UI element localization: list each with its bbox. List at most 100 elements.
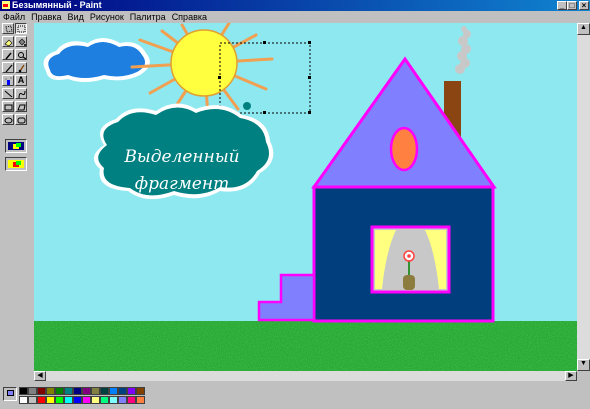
- horizontal-scrollbar[interactable]: ◀ ▶: [34, 371, 577, 381]
- palette-swatch[interactable]: [28, 387, 37, 395]
- opaque-mode-icon: [8, 142, 24, 150]
- rounded-rect-icon: [17, 117, 26, 124]
- roof-window: [389, 126, 419, 172]
- palette-swatch[interactable]: [100, 396, 109, 404]
- fill-icon: [18, 38, 26, 46]
- palette-swatch[interactable]: [55, 396, 64, 404]
- selection-handle[interactable]: [308, 41, 311, 44]
- scroll-down-button[interactable]: ▼: [577, 359, 590, 371]
- brush-icon: [18, 64, 25, 73]
- palette-swatch[interactable]: [82, 387, 91, 395]
- flower-pot: [403, 275, 415, 290]
- transparent-mode-icon: [8, 160, 24, 168]
- palette-swatch[interactable]: [127, 387, 136, 395]
- vertical-scrollbar[interactable]: ▲ ▼: [577, 23, 590, 371]
- pencil-icon: [5, 64, 13, 73]
- eraser-icon: [4, 39, 13, 47]
- tool-free-select[interactable]: [2, 23, 14, 34]
- current-colors: [3, 387, 17, 401]
- palette-swatch[interactable]: [82, 396, 91, 404]
- selection-handle[interactable]: [218, 76, 221, 79]
- tool-magnifier[interactable]: [15, 49, 27, 60]
- tool-line[interactable]: [2, 88, 14, 99]
- palette-swatch[interactable]: [73, 387, 82, 395]
- scroll-up-button[interactable]: ▲: [577, 23, 590, 35]
- rect-select-icon: [17, 25, 26, 33]
- palette-swatch[interactable]: [46, 387, 55, 395]
- minimize-button[interactable]: _: [557, 1, 567, 10]
- maximize-button[interactable]: □: [567, 1, 577, 10]
- airbrush-icon: [5, 77, 12, 85]
- callout-text-line2: фрагмент: [135, 174, 229, 194]
- tool-rounded-rect[interactable]: [15, 114, 27, 125]
- palette-swatch[interactable]: [91, 387, 100, 395]
- scroll-right-button[interactable]: ▶: [565, 371, 577, 381]
- selection-handle[interactable]: [263, 111, 266, 114]
- tool-brush[interactable]: [15, 62, 27, 73]
- drawing-canvas[interactable]: Выделенный фрагмент: [34, 23, 577, 371]
- palette-swatch[interactable]: [28, 396, 37, 404]
- text-tool-icon: A: [17, 75, 25, 85]
- magnifier-icon: [18, 52, 27, 60]
- palette-swatch[interactable]: [91, 396, 100, 404]
- callout-cloud: Выделенный фрагмент: [93, 103, 274, 200]
- menu-bar: Файл Правка Вид Рисунок Палитра Справка: [0, 11, 590, 22]
- tool-curve[interactable]: [15, 88, 27, 99]
- palette-swatch[interactable]: [37, 387, 46, 395]
- menu-view[interactable]: Вид: [65, 12, 87, 22]
- color-picker-icon: [5, 52, 12, 60]
- menu-file[interactable]: Файл: [0, 12, 28, 22]
- tool-fill[interactable]: [15, 36, 27, 47]
- callout-text-line1: Выделенный: [123, 147, 239, 167]
- palette-swatch[interactable]: [109, 387, 118, 395]
- foreground-color: [7, 390, 14, 396]
- palette-swatch[interactable]: [136, 387, 145, 395]
- toolbox: A: [2, 23, 32, 183]
- tool-pencil[interactable]: [2, 62, 14, 73]
- tool-airbrush[interactable]: [2, 75, 14, 86]
- opaque-selection-option[interactable]: [5, 139, 27, 153]
- ellipse-icon: [4, 117, 13, 124]
- palette-swatch[interactable]: [46, 396, 55, 404]
- selection-handle[interactable]: [263, 41, 266, 44]
- menu-help[interactable]: Справка: [169, 12, 210, 22]
- drawing-canvas-area[interactable]: Выделенный фрагмент: [34, 23, 577, 371]
- menu-palette[interactable]: Палитра: [127, 12, 169, 22]
- rectangle-icon: [4, 104, 13, 111]
- tool-rect-select[interactable]: [15, 23, 27, 34]
- menu-image[interactable]: Рисунок: [87, 12, 127, 22]
- polygon-icon: [17, 104, 26, 111]
- selection-handle[interactable]: [308, 76, 311, 79]
- palette-swatch[interactable]: [55, 387, 64, 395]
- palette-swatch[interactable]: [109, 396, 118, 404]
- tool-polygon[interactable]: [15, 101, 27, 112]
- scroll-left-button[interactable]: ◀: [34, 371, 46, 381]
- tool-color-picker[interactable]: [2, 49, 14, 60]
- palette-swatch[interactable]: [118, 396, 127, 404]
- palette-swatch[interactable]: [100, 387, 109, 395]
- scroll-corner: [577, 371, 590, 381]
- palette-swatch[interactable]: [19, 387, 28, 395]
- tool-text[interactable]: A: [15, 75, 27, 86]
- bubble-dot-small: [243, 102, 251, 110]
- close-button[interactable]: ×: [579, 1, 589, 10]
- palette-swatch[interactable]: [118, 387, 127, 395]
- title-bar: Безымянный - Paint _ □ ×: [0, 0, 590, 11]
- tool-rectangle[interactable]: [2, 101, 14, 112]
- line-icon: [4, 90, 13, 98]
- transparent-selection-option[interactable]: [5, 157, 27, 171]
- palette-swatch[interactable]: [73, 396, 82, 404]
- palette-swatch[interactable]: [64, 387, 73, 395]
- selection-handle[interactable]: [308, 111, 311, 114]
- tool-eraser[interactable]: [2, 36, 14, 47]
- palette-swatch[interactable]: [136, 396, 145, 404]
- palette-swatch[interactable]: [64, 396, 73, 404]
- palette-swatch[interactable]: [37, 396, 46, 404]
- paint-app-icon: [2, 1, 10, 9]
- palette-swatch[interactable]: [127, 396, 136, 404]
- palette-swatch[interactable]: [19, 396, 28, 404]
- grass: [34, 321, 577, 371]
- menu-edit[interactable]: Правка: [28, 12, 64, 22]
- tool-ellipse[interactable]: [2, 114, 14, 125]
- curve-icon: [18, 90, 26, 99]
